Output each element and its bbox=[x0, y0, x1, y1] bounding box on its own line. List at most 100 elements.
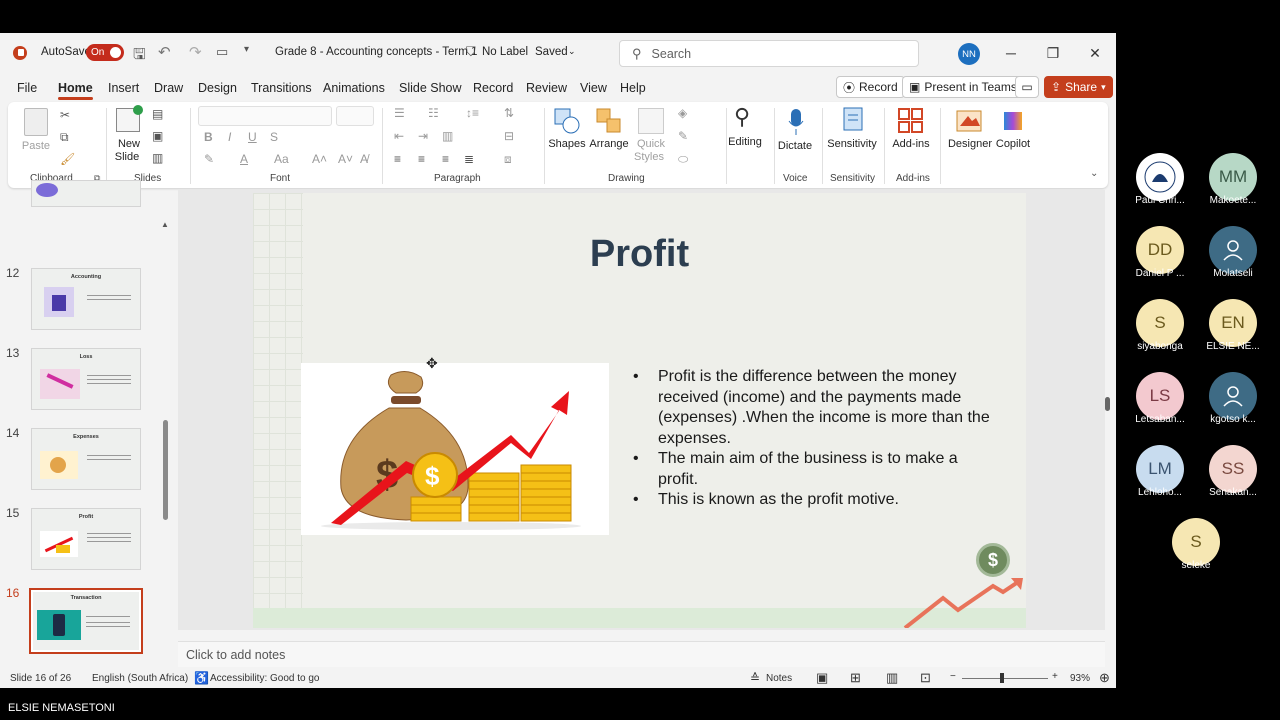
sensitivity-label-status[interactable]: No Label bbox=[482, 46, 528, 58]
slide-thumbnail[interactable]: Profit bbox=[31, 508, 141, 570]
section-icon[interactable]: ▥ bbox=[152, 151, 163, 165]
slide-thumbnail[interactable]: Accounting bbox=[31, 268, 141, 330]
document-title[interactable]: Grade 8 - Accounting concepts - Term 1 bbox=[275, 46, 477, 58]
copilot-icon[interactable] bbox=[1000, 108, 1026, 137]
columns-icon[interactable]: ▥ bbox=[442, 129, 453, 143]
editing-search-icon[interactable]: ⚲ bbox=[734, 104, 750, 130]
quick-styles-label[interactable]: Quick bbox=[634, 138, 668, 150]
slide-thumbnail[interactable]: Expenses bbox=[31, 428, 141, 490]
tab-insert[interactable]: Insert bbox=[108, 81, 139, 95]
chevron-down-icon[interactable]: ⌄ bbox=[568, 46, 576, 57]
bold-icon[interactable]: B bbox=[204, 130, 213, 144]
new-slide-label-2[interactable]: Slide bbox=[110, 151, 144, 163]
redo-icon[interactable]: ↷ bbox=[189, 43, 202, 61]
participant-avatar[interactable]: S bbox=[1136, 299, 1184, 347]
sensitivity-icon[interactable] bbox=[842, 106, 866, 137]
participant-avatar[interactable] bbox=[1209, 372, 1257, 420]
saved-status[interactable]: Saved bbox=[535, 46, 568, 58]
clear-formatting-icon[interactable]: A̸ bbox=[360, 152, 368, 166]
reading-view-icon[interactable]: ▥ bbox=[886, 670, 898, 686]
minimize-icon[interactable]: ─ bbox=[1001, 43, 1021, 63]
comments-button[interactable]: ▭ bbox=[1015, 76, 1039, 98]
quick-styles-label-2[interactable]: Styles bbox=[632, 151, 666, 163]
reset-icon[interactable]: ▣ bbox=[152, 129, 163, 143]
participant-avatar[interactable]: DD bbox=[1136, 226, 1184, 274]
present-from-start-icon[interactable]: ▭ bbox=[216, 44, 228, 60]
grow-font-icon[interactable]: A˄ bbox=[312, 152, 327, 166]
participant-avatar[interactable]: LS bbox=[1136, 372, 1184, 420]
paste-button[interactable]: Paste bbox=[18, 140, 54, 152]
arrange-icon[interactable] bbox=[596, 108, 622, 137]
participant-avatar[interactable]: LM bbox=[1136, 445, 1184, 493]
notes-pane[interactable]: Click to add notes bbox=[178, 641, 1105, 667]
quick-styles-icon[interactable] bbox=[638, 108, 664, 134]
tab-file[interactable]: File bbox=[17, 81, 37, 95]
restore-icon[interactable]: ❐ bbox=[1043, 43, 1063, 63]
participant-avatar[interactable]: MM bbox=[1209, 153, 1257, 201]
accessibility-status[interactable]: Accessibility: Good to go bbox=[210, 673, 320, 684]
add-ins-button[interactable]: Add-ins bbox=[888, 138, 934, 150]
tab-view[interactable]: View bbox=[580, 81, 607, 95]
tab-animations[interactable]: Animations bbox=[323, 81, 385, 95]
zoom-slider[interactable] bbox=[962, 673, 1048, 683]
slide-thumbnail[interactable] bbox=[31, 180, 141, 207]
align-text-icon[interactable]: ⊟ bbox=[504, 129, 514, 143]
slide-title[interactable]: Profit bbox=[253, 233, 1026, 276]
tab-review[interactable]: Review bbox=[526, 81, 567, 95]
slideshow-view-icon[interactable]: ⊡ bbox=[920, 670, 931, 686]
customize-toolbar-icon[interactable]: ▾ bbox=[244, 44, 249, 55]
canvas-scrollbar[interactable] bbox=[1103, 193, 1113, 623]
sensitivity-button[interactable]: Sensitivity bbox=[826, 138, 878, 150]
tab-draw[interactable]: Draw bbox=[154, 81, 183, 95]
search-input[interactable]: ⚲ Search bbox=[619, 40, 919, 67]
align-right-icon[interactable]: ≡ bbox=[442, 152, 449, 166]
strikethrough-icon[interactable]: S bbox=[270, 130, 278, 144]
share-button[interactable]: ⇪ Share ▾ bbox=[1044, 76, 1113, 98]
present-in-teams-button[interactable]: ▣ Present in Teams bbox=[902, 76, 1024, 98]
justify-icon[interactable]: ≣ bbox=[464, 152, 474, 166]
shape-effects-icon[interactable]: ⬭ bbox=[678, 152, 688, 167]
slide-counter[interactable]: Slide 16 of 26 bbox=[10, 673, 71, 684]
zoom-in-icon[interactable]: + bbox=[1052, 671, 1058, 682]
autosave-toggle[interactable]: On bbox=[86, 44, 124, 61]
microphone-icon[interactable] bbox=[788, 108, 804, 139]
paste-icon[interactable] bbox=[24, 108, 48, 136]
tab-slide-show[interactable]: Slide Show bbox=[399, 81, 462, 95]
underline-icon[interactable]: U bbox=[248, 130, 257, 144]
align-left-icon[interactable]: ≡ bbox=[394, 152, 401, 166]
scroll-up-icon[interactable]: ▲ bbox=[161, 220, 169, 229]
shapes-button[interactable]: Shapes bbox=[548, 138, 586, 150]
numbering-icon[interactable]: ☷ bbox=[428, 106, 439, 120]
bullets-icon[interactable]: ☰ bbox=[394, 106, 405, 120]
tab-help[interactable]: Help bbox=[620, 81, 646, 95]
font-color-icon[interactable]: A bbox=[240, 152, 248, 166]
font-size-select[interactable] bbox=[336, 106, 374, 126]
slide-sorter-icon[interactable]: ⊞ bbox=[850, 670, 861, 686]
record-button[interactable]: ⦿ Record bbox=[836, 76, 905, 98]
user-avatar[interactable]: NN bbox=[958, 43, 980, 65]
new-slide-label[interactable]: New bbox=[112, 138, 146, 150]
slide-thumbnail-selected[interactable]: Transaction bbox=[29, 588, 143, 654]
format-painter-icon[interactable]: 🖌 bbox=[60, 152, 75, 166]
shrink-font-icon[interactable]: A˅ bbox=[338, 152, 353, 166]
shape-outline-icon[interactable]: ✎ bbox=[678, 129, 688, 143]
participant-avatar[interactable]: SS bbox=[1209, 445, 1257, 493]
save-icon[interactable]: 🖫 bbox=[133, 44, 146, 69]
dictate-button[interactable]: Dictate bbox=[776, 140, 814, 152]
collapse-ribbon-icon[interactable]: ⌄ bbox=[1090, 168, 1098, 179]
new-slide-icon[interactable] bbox=[116, 105, 143, 132]
slide-thumbnail[interactable]: Loss bbox=[31, 348, 141, 410]
designer-button[interactable]: Designer bbox=[946, 138, 994, 150]
notes-button[interactable]: Notes bbox=[766, 673, 792, 684]
highlight-icon[interactable]: ✎ bbox=[204, 152, 214, 166]
participant-avatar[interactable] bbox=[1136, 153, 1184, 201]
editing-button[interactable]: Editing bbox=[724, 136, 766, 148]
fit-to-window-icon[interactable]: ⊕ bbox=[1099, 670, 1110, 686]
close-icon[interactable]: ✕ bbox=[1085, 43, 1105, 63]
copilot-button[interactable]: Copilot bbox=[992, 138, 1034, 150]
smartart-icon[interactable]: ⧈ bbox=[504, 152, 512, 167]
font-family-select[interactable] bbox=[198, 106, 332, 126]
participant-avatar[interactable] bbox=[1209, 226, 1257, 274]
change-case-icon[interactable]: Aa bbox=[274, 152, 289, 166]
language-status[interactable]: English (South Africa) bbox=[92, 673, 188, 684]
